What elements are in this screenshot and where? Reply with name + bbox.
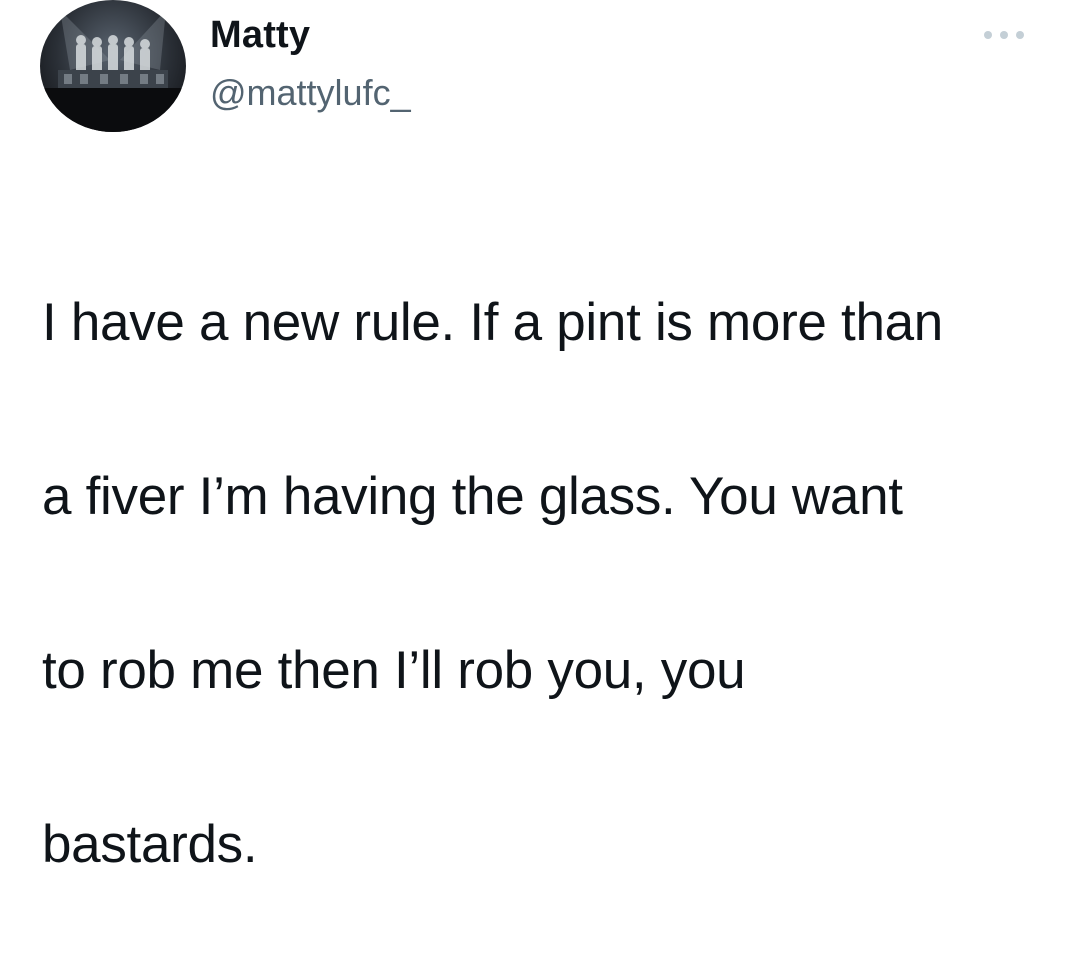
display-name[interactable]: Matty xyxy=(210,14,310,57)
tweet-text-line: I have a new rule. If a pint is more tha… xyxy=(42,293,943,352)
tweet-card: Matty @mattylufc_ I have a new rule. If … xyxy=(0,0,1080,874)
tweet-text: I have a new rule. If a pint is more tha… xyxy=(42,192,1042,975)
more-dot xyxy=(1016,31,1024,39)
tweet-text-line: to rob me then I’ll rob you, you xyxy=(42,641,746,700)
user-handle[interactable]: @mattylufc_ xyxy=(210,72,411,114)
more-options-icon[interactable] xyxy=(984,28,1024,42)
tweet-text-line: a fiver I’m having the glass. You want xyxy=(42,467,903,526)
tweet-text-line: bastards. xyxy=(42,815,258,874)
more-dot xyxy=(1000,31,1008,39)
avatar-photo xyxy=(40,10,186,132)
more-dot xyxy=(984,31,992,39)
avatar[interactable] xyxy=(40,0,186,132)
